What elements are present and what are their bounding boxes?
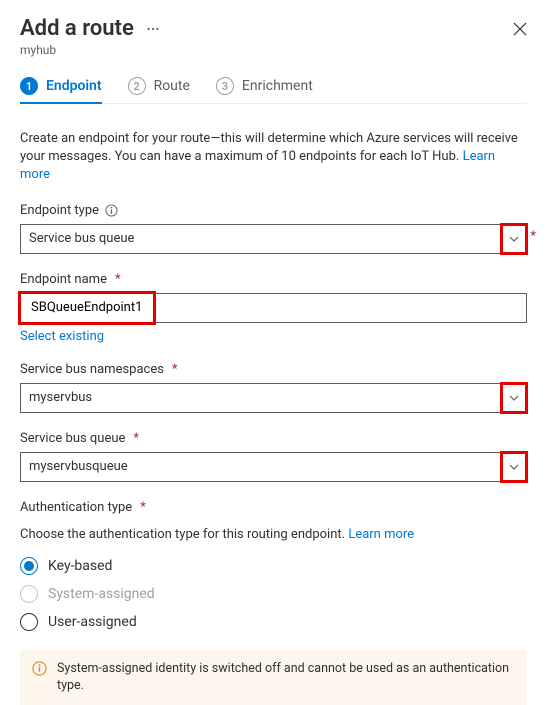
resource-name: myhub — [20, 43, 527, 57]
tab-num: 1 — [20, 77, 38, 95]
tab-enrichment[interactable]: 3 Enrichment — [216, 77, 313, 103]
dropdown-value: myservbus — [29, 390, 518, 405]
tab-num: 3 — [216, 77, 234, 95]
sb-namespaces-dropdown[interactable]: myservbus — [20, 383, 527, 413]
tab-label: Route — [154, 78, 190, 94]
sb-queue-label: Service bus queue — [20, 431, 125, 446]
sb-queue-dropdown[interactable]: myservbusqueue — [20, 452, 527, 482]
required-indicator: * — [133, 431, 139, 446]
radio-label: Key-based — [48, 558, 112, 574]
tab-route[interactable]: 2 Route — [128, 77, 190, 103]
info-icon[interactable] — [105, 204, 118, 217]
auth-learn-more-link[interactable]: Learn more — [348, 527, 414, 542]
radio-user-assigned[interactable]: User-assigned — [20, 608, 527, 636]
tab-endpoint[interactable]: 1 Endpoint — [20, 77, 102, 103]
close-icon[interactable] — [513, 22, 527, 36]
endpoint-name-input-wrapper — [20, 293, 527, 323]
required-indicator: * — [530, 229, 536, 244]
radio-system-assigned: System-assigned — [20, 580, 527, 608]
more-icon[interactable] — [146, 22, 160, 36]
required-indicator: * — [140, 500, 146, 515]
sb-namespaces-label: Service bus namespaces — [20, 362, 164, 377]
chevron-down-icon — [508, 461, 520, 473]
radio-icon — [20, 557, 38, 575]
description-text: Create an endpoint for your route—this w… — [20, 130, 527, 185]
radio-icon — [20, 613, 38, 631]
auth-type-label: Authentication type — [20, 500, 132, 515]
required-indicator: * — [115, 272, 121, 287]
dropdown-value: Service bus queue — [29, 231, 518, 246]
info-banner: System-assigned identity is switched off… — [20, 650, 527, 705]
required-indicator: * — [172, 362, 178, 377]
radio-icon — [20, 585, 38, 603]
wizard-tabs: 1 Endpoint 2 Route 3 Enrichment — [20, 77, 527, 104]
tab-label: Endpoint — [46, 78, 102, 94]
endpoint-name-label: Endpoint name — [20, 272, 107, 287]
tab-label: Enrichment — [242, 78, 313, 94]
dropdown-value: myservbusqueue — [29, 459, 518, 474]
radio-label: User-assigned — [48, 614, 137, 630]
info-icon — [32, 661, 47, 676]
radio-key-based[interactable]: Key-based — [20, 552, 527, 580]
endpoint-type-dropdown[interactable]: Service bus queue * — [20, 224, 527, 254]
chevron-down-icon — [508, 233, 520, 245]
select-existing-link[interactable]: Select existing — [20, 329, 104, 344]
banner-message: System-assigned identity is switched off… — [57, 660, 515, 695]
chevron-down-icon — [508, 392, 520, 404]
tab-num: 2 — [128, 77, 146, 95]
endpoint-type-label: Endpoint type — [20, 203, 99, 218]
radio-label: System-assigned — [48, 586, 155, 602]
page-title: Add a route — [20, 16, 134, 41]
auth-type-help: Choose the authentication type for this … — [20, 527, 527, 542]
endpoint-name-input[interactable] — [29, 299, 518, 316]
